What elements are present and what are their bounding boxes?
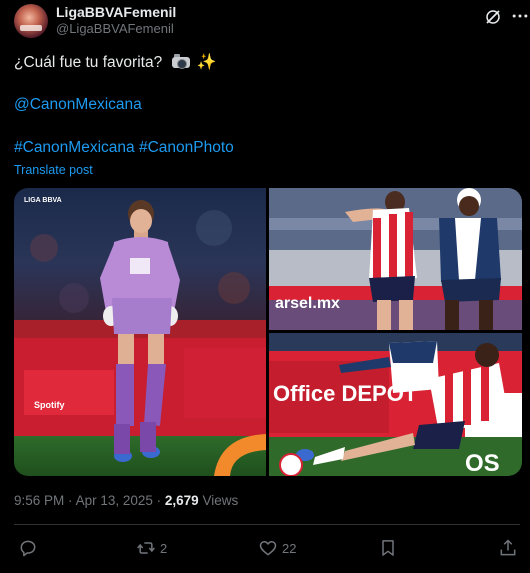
repost-count: 2 [160,540,168,556]
tweet-question-line: ¿Cuál fue tu favorita? ✨ [14,52,217,74]
hashtag-link-canonmexicana[interactable]: #CanonMexicana [14,139,135,156]
share-button[interactable] [498,536,518,560]
author-avatar[interactable] [14,4,48,38]
grok-icon[interactable] [484,8,502,26]
share-icon [500,539,516,556]
tweet-header: LigaBBVAFemenil @LigaBBVAFemenil [14,2,528,38]
bookmark-icon [382,540,394,556]
photo1-watermark: LIGA BBVA [24,197,62,204]
hashtag-link-canonphoto[interactable]: #CanonPhoto [139,139,234,156]
photo-sliding-tackle[interactable]: Office DEPOT OS [269,333,522,476]
photo1-sponsor-board: Spotify [34,400,65,410]
photo-goalkeeper[interactable]: LIGA BBVA Spotify [14,188,266,476]
translate-post-link[interactable]: Translate post [14,163,93,177]
photo-chivas-vs-pachuca[interactable]: arsel.mx [269,188,522,330]
repost-button[interactable]: 2 [136,536,167,560]
views-label: Views [202,493,239,508]
photo3-board-right: OS [465,450,500,476]
reply-icon [20,540,36,557]
bookmark-button[interactable] [378,536,398,560]
media-grid: LIGA BBVA Spotify arsel.mx Office DEPOT … [14,188,522,476]
action-bar-divider [14,524,520,525]
post-time[interactable]: 9:56 PM [14,493,64,508]
views-count: 2,679 [164,493,199,508]
action-bar: 2 22 [14,536,520,560]
hashtag-line: #CanonMexicana #CanonPhoto [14,137,234,159]
like-button[interactable]: 22 [258,536,296,560]
meta-separator: · [68,493,73,508]
sparkles-emoji-icon: ✨ [196,54,217,71]
repost-icon [137,542,155,554]
photo2-board-text: arsel.mx [275,295,340,312]
author-display-name[interactable]: LigaBBVAFemenil [56,4,176,20]
more-options-icon[interactable] [510,6,530,26]
post-date[interactable]: Apr 13, 2025 [76,493,153,508]
tweet-question: ¿Cuál fue tu favorita? [14,54,163,71]
tweet-metadata: 9:56 PM · Apr 13, 2025 · 2,679 Views [14,493,238,508]
like-count: 22 [282,540,297,556]
heart-icon [259,541,277,556]
meta-separator-2: · [156,493,162,508]
reply-button[interactable] [18,536,42,560]
camera-flash-emoji-icon [171,53,191,69]
author-handle[interactable]: @LigaBBVAFemenil [56,21,174,36]
mention-link[interactable]: @CanonMexicana [14,94,142,116]
